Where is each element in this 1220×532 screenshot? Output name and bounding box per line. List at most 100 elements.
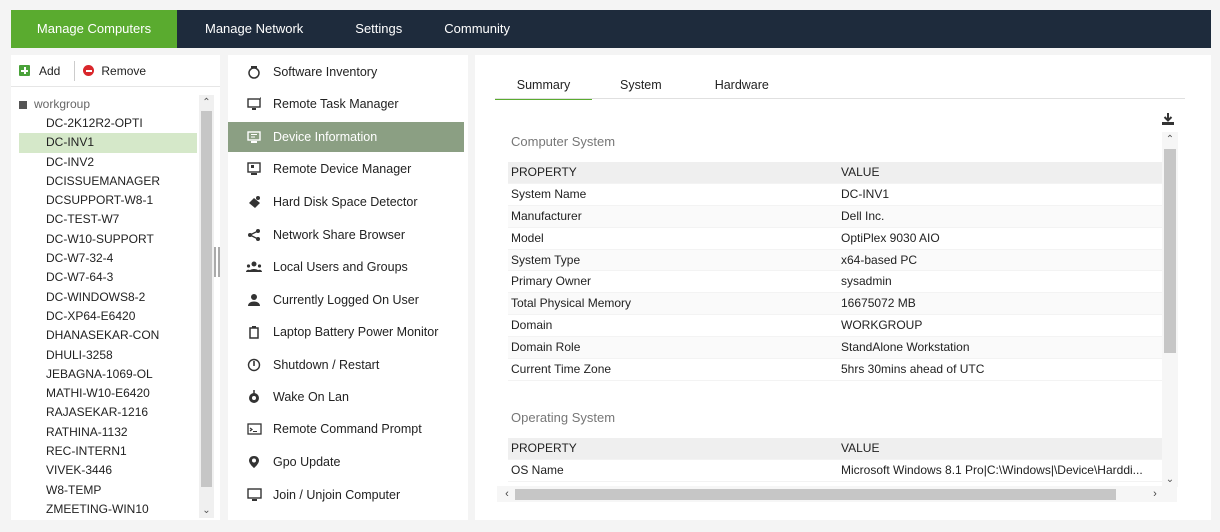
- panel-splitter-handle[interactable]: [214, 247, 223, 277]
- details-horizontal-scrollbar[interactable]: ‹ ›: [497, 486, 1177, 502]
- table-row[interactable]: System Type x64-based PC: [508, 249, 1162, 272]
- tab-hardware[interactable]: Hardware: [695, 70, 789, 100]
- menu-item[interactable]: Local Users and Groups: [228, 252, 464, 282]
- property-cell: OS Name: [511, 462, 564, 477]
- value-cell: 5hrs 30mins ahead of UTC: [841, 362, 985, 377]
- computer-list-item[interactable]: DC-XP64-E6420: [11, 307, 199, 326]
- menu-item-label: Wake On Lan: [273, 390, 349, 404]
- add-button[interactable]: Add: [19, 64, 60, 78]
- tab-summary[interactable]: Summary: [495, 70, 592, 100]
- table-row[interactable]: Domain Role StandAlone Workstation: [508, 337, 1162, 360]
- table-row[interactable]: Current Time Zone 5hrs 30mins ahead of UT…: [508, 359, 1162, 381]
- operating-system-table: PROPERTY VALUE OS Name Microsoft Windows 8.…: [508, 438, 1162, 482]
- menu-item-label: Join / Unjoin Computer: [273, 488, 401, 502]
- collapse-icon[interactable]: [19, 100, 27, 109]
- property-cell: Total Physical Memory: [511, 296, 632, 311]
- menu-item-label: Currently Logged On User: [273, 293, 419, 307]
- wake-on-lan-icon: [246, 389, 262, 405]
- menu-item-label: Remote Command Prompt: [273, 422, 422, 436]
- value-cell: DC-INV1: [841, 186, 890, 201]
- menu-item[interactable]: Device Information: [228, 122, 464, 152]
- computer-list-item[interactable]: DC-2K12R2-OPTI: [11, 114, 199, 133]
- tab-manage-computers[interactable]: Manage Computers: [11, 10, 177, 48]
- column-header-value[interactable]: VALUE: [838, 438, 1162, 459]
- computer-list-item[interactable]: MATHI-W10-E6420: [11, 384, 199, 403]
- computer-list-item[interactable]: DC-W7-32-4: [11, 249, 199, 268]
- scrollbar-thumb[interactable]: [201, 111, 212, 487]
- scroll-up-arrow-icon[interactable]: ⌃: [199, 95, 214, 110]
- computer-list-item[interactable]: ZMEETING-WIN10: [11, 500, 199, 518]
- remove-button[interactable]: Remove: [83, 64, 146, 78]
- scroll-right-arrow-icon[interactable]: ›: [1147, 486, 1163, 502]
- users-group-icon: [246, 259, 262, 275]
- menu-item[interactable]: Laptop Battery Power Monitor: [228, 317, 464, 347]
- scroll-down-arrow-icon[interactable]: ⌄: [199, 503, 214, 518]
- menu-item[interactable]: Shutdown / Restart: [228, 350, 464, 380]
- computer-list-item[interactable]: DCISSUEMANAGER: [11, 172, 199, 191]
- details-vertical-scrollbar[interactable]: ⌃ ⌄: [1162, 132, 1178, 487]
- column-header-property[interactable]: PROPERTY: [508, 438, 838, 459]
- computer-list-scrollbar[interactable]: ⌃ ⌄: [199, 95, 214, 518]
- scroll-up-arrow-icon[interactable]: ⌃: [1162, 132, 1178, 147]
- table-row[interactable]: Domain WORKGROUP: [508, 315, 1162, 338]
- table-row[interactable]: OS Name Microsoft Windows 8.1 Pro|C:\Wind…: [508, 460, 1162, 482]
- menu-item[interactable]: Remote Command Prompt: [228, 414, 464, 444]
- computer-list-item[interactable]: RATHINA-1132: [11, 423, 199, 442]
- menu-item[interactable]: Network Share Browser: [228, 220, 464, 250]
- tab-community[interactable]: Community: [423, 10, 536, 48]
- scroll-left-arrow-icon[interactable]: ‹: [499, 486, 515, 502]
- remove-icon: [83, 65, 95, 76]
- device-manager-icon: [246, 161, 262, 177]
- scrollbar-thumb[interactable]: [515, 489, 1116, 500]
- table-row[interactable]: Primary Owner sysadmin: [508, 271, 1162, 294]
- share-icon: [246, 227, 262, 243]
- computer-list-item[interactable]: DC-W10-SUPPORT: [11, 230, 199, 249]
- download-icon[interactable]: [1161, 112, 1175, 126]
- computer-list-item[interactable]: REC-INTERN1: [11, 442, 199, 461]
- computer-list-item[interactable]: DHANASEKAR-CON: [11, 326, 199, 345]
- menu-item[interactable]: Wake On Lan: [228, 382, 464, 412]
- computer-list-item[interactable]: JEBAGNA-1069-OL: [11, 365, 199, 384]
- value-cell: x64-based PC: [841, 252, 918, 267]
- disk-space-icon: [246, 194, 262, 210]
- computer-list-item[interactable]: DC-WINDOWS8-2: [11, 288, 199, 307]
- menu-item[interactable]: Remote Device Manager: [228, 154, 464, 184]
- tree-root-workgroup[interactable]: workgroup: [11, 95, 199, 114]
- computer-list-item[interactable]: DC-INV1: [19, 133, 197, 153]
- computer-list-panel: Add Remove workgroup DC-2K12R2-OPTI DC-IN…: [11, 55, 220, 520]
- join-computer-icon: [246, 487, 262, 503]
- software-inventory-icon: [246, 64, 262, 80]
- scrollbar-thumb[interactable]: [1164, 149, 1176, 353]
- table-row[interactable]: Manufacturer Dell Inc.: [508, 205, 1162, 228]
- computer-system-title: Computer System: [511, 134, 616, 149]
- tab-manage-network[interactable]: Manage Network: [177, 10, 329, 48]
- menu-item-label: Remote Task Manager: [273, 97, 399, 111]
- menu-item[interactable]: Hard Disk Space Detector: [228, 187, 464, 217]
- menu-item-label: Laptop Battery Power Monitor: [273, 325, 439, 339]
- computer-list-item[interactable]: DC-TEST-W7: [11, 210, 199, 229]
- menu-item-label: Network Share Browser: [273, 228, 405, 242]
- scroll-down-arrow-icon[interactable]: ⌄: [1162, 472, 1178, 487]
- computer-list-item[interactable]: DHULI-3258: [11, 346, 199, 365]
- menu-item[interactable]: Gpo Update: [228, 447, 464, 477]
- table-row[interactable]: Total Physical Memory 16675072 MB: [508, 293, 1162, 316]
- computer-list-item[interactable]: DC-W7-64-3: [11, 268, 199, 287]
- computer-list-item[interactable]: DC-INV2: [11, 153, 199, 172]
- column-header-property[interactable]: PROPERTY: [508, 162, 838, 183]
- computer-list-item[interactable]: DCSUPPORT-W8-1: [11, 191, 199, 210]
- tab-settings[interactable]: Settings: [329, 10, 423, 48]
- computer-list-item[interactable]: VIVEK-3446: [11, 461, 199, 480]
- computer-list-item[interactable]: RAJASEKAR-1216: [11, 403, 199, 422]
- menu-item[interactable]: Currently Logged On User: [228, 285, 464, 315]
- tab-system[interactable]: System: [600, 70, 682, 100]
- menu-item[interactable]: Software Inventory: [228, 57, 464, 87]
- value-cell: OptiPlex 9030 AIO: [841, 230, 940, 245]
- column-header-value[interactable]: VALUE: [838, 162, 1162, 183]
- menu-item[interactable]: Remote Task Manager: [228, 89, 464, 119]
- remove-label: Remove: [101, 63, 147, 78]
- table-row[interactable]: System Name DC-INV1: [508, 184, 1162, 206]
- computer-list-item[interactable]: W8-TEMP: [11, 481, 199, 500]
- menu-item[interactable]: Join / Unjoin Computer: [228, 480, 464, 510]
- menu-item-label: Device Information: [273, 130, 378, 144]
- table-row[interactable]: Model OptiPlex 9030 AIO: [508, 228, 1162, 250]
